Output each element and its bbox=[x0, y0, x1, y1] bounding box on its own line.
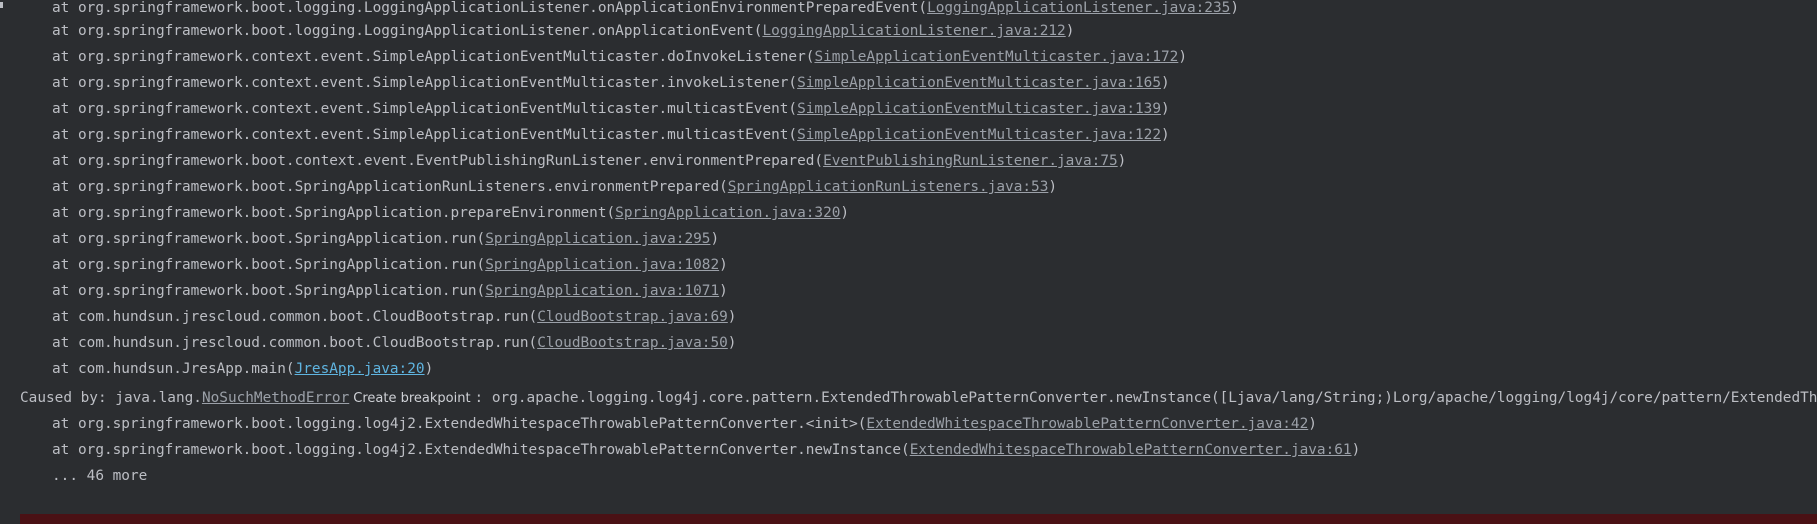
source-link[interactable]: LoggingApplicationListener.java:212 bbox=[762, 23, 1065, 39]
frame-suffix: ) bbox=[1065, 23, 1075, 39]
frame-text: at com.hundsun.JresApp.main( bbox=[52, 361, 295, 377]
frame-text: at org.springframework.boot.SpringApplic… bbox=[52, 231, 486, 247]
source-link[interactable]: SimpleApplicationEventMulticaster.java:1… bbox=[797, 101, 1161, 117]
frame-suffix: ) bbox=[727, 309, 737, 325]
source-link[interactable]: SimpleApplicationEventMulticaster.java:1… bbox=[814, 49, 1178, 65]
frame-suffix: ) bbox=[1351, 442, 1361, 458]
frame-text: at org.springframework.boot.logging.Logg… bbox=[52, 23, 763, 39]
exception-class-link[interactable]: NoSuchMethodError bbox=[202, 390, 349, 406]
stack-frame-line: at org.springframework.boot.context.even… bbox=[52, 148, 1126, 174]
stack-frame-line: at org.springframework.context.event.Sim… bbox=[52, 96, 1170, 122]
frame-text: at org.springframework.boot.SpringApplic… bbox=[52, 205, 616, 221]
stack-frame-line: at org.springframework.boot.SpringApplic… bbox=[52, 200, 849, 226]
stack-frame-line: at org.springframework.context.event.Sim… bbox=[52, 122, 1170, 148]
stack-frame-line: at com.hundsun.JresApp.main(JresApp.java… bbox=[52, 356, 433, 382]
stack-frame-line: at org.springframework.boot.SpringApplic… bbox=[52, 252, 728, 278]
frame-suffix: ) bbox=[710, 231, 720, 247]
source-link[interactable]: EventPublishingRunListener.java:75 bbox=[823, 153, 1118, 169]
run-console-output: at org.springframework.boot.logging.Logg… bbox=[0, 0, 1817, 524]
stack-frame-line: at org.springframework.context.event.Sim… bbox=[52, 44, 1187, 70]
frame-suffix: ) bbox=[1178, 49, 1187, 65]
app-source-link[interactable]: JresApp.java:20 bbox=[295, 361, 425, 377]
frame-text: at org.springframework.boot.SpringApplic… bbox=[52, 179, 728, 195]
frame-suffix: ) bbox=[840, 205, 850, 221]
frame-text: at com.hundsun.jrescloud.common.boot.Clo… bbox=[52, 335, 538, 351]
source-link[interactable]: SpringApplication.java:1082 bbox=[485, 257, 719, 273]
frame-suffix: ) bbox=[727, 335, 737, 351]
fold-marker bbox=[0, 2, 3, 8]
frame-text: at com.hundsun.jrescloud.common.boot.Clo… bbox=[52, 309, 538, 325]
frame-suffix: ) bbox=[1230, 0, 1239, 16]
frame-suffix: ) bbox=[1308, 416, 1317, 432]
source-link[interactable]: LoggingApplicationListener.java:235 bbox=[927, 0, 1230, 16]
source-link[interactable]: SpringApplication.java:295 bbox=[485, 231, 710, 247]
more-frames-line[interactable]: ... 46 more bbox=[52, 463, 147, 489]
stack-frame-line: at org.springframework.boot.logging.Logg… bbox=[52, 18, 1074, 44]
frame-suffix: ) bbox=[1161, 75, 1170, 91]
frame-suffix: ) bbox=[1048, 179, 1058, 195]
stack-frame-line: at org.springframework.boot.logging.log4… bbox=[52, 437, 1360, 463]
stack-frame-line: at org.springframework.boot.SpringApplic… bbox=[52, 278, 728, 304]
source-link[interactable]: SpringApplicationRunListeners.java:53 bbox=[728, 179, 1049, 195]
source-link[interactable]: ExtendedWhitespaceThrowablePatternConver… bbox=[866, 416, 1308, 432]
frame-text: at org.springframework.context.event.Sim… bbox=[52, 49, 815, 65]
source-link[interactable]: CloudBootstrap.java:50 bbox=[537, 335, 728, 351]
frame-text: at org.springframework.context.event.Sim… bbox=[52, 127, 798, 143]
frame-suffix: ) bbox=[719, 283, 728, 299]
frame-text: at org.springframework.boot.SpringApplic… bbox=[52, 257, 486, 273]
frame-text: at org.springframework.context.event.Sim… bbox=[52, 101, 798, 117]
source-link[interactable]: SpringApplication.java:1071 bbox=[485, 283, 719, 299]
frame-suffix: ) bbox=[719, 257, 728, 273]
frame-suffix: ) bbox=[1161, 127, 1170, 143]
frame-suffix: ) bbox=[1117, 153, 1127, 169]
stack-frame-line: at org.springframework.boot.logging.log4… bbox=[52, 411, 1317, 437]
caused-by-line: Caused by: java.lang.NoSuchMethodError Cr… bbox=[20, 385, 1817, 411]
create-breakpoint-button[interactable]: Create breakpoint bbox=[353, 391, 470, 406]
exception-message: : org.apache.logging.log4j.core.pattern.… bbox=[474, 390, 1817, 406]
frame-text: at org.springframework.boot.SpringApplic… bbox=[52, 283, 486, 299]
stack-frame-line: at com.hundsun.jrescloud.common.boot.Clo… bbox=[52, 330, 736, 356]
caused-by-prefix: Caused by: java.lang. bbox=[20, 390, 202, 406]
frame-suffix: ) bbox=[424, 361, 434, 377]
source-link[interactable]: SpringApplication.java:320 bbox=[615, 205, 840, 221]
source-link[interactable]: SimpleApplicationEventMulticaster.java:1… bbox=[797, 75, 1161, 91]
stack-frame-line: at org.springframework.context.event.Sim… bbox=[52, 70, 1170, 96]
frame-text: at org.springframework.boot.logging.Logg… bbox=[52, 0, 928, 16]
stack-frame-line: at org.springframework.boot.SpringApplic… bbox=[52, 174, 1057, 200]
error-highlight-bar bbox=[20, 514, 1817, 524]
stack-frame-line: at com.hundsun.jrescloud.common.boot.Clo… bbox=[52, 304, 736, 330]
source-link[interactable]: ExtendedWhitespaceThrowablePatternConver… bbox=[910, 442, 1352, 458]
source-link[interactable]: CloudBootstrap.java:69 bbox=[537, 309, 728, 325]
stack-frame-line: at org.springframework.boot.SpringApplic… bbox=[52, 226, 719, 252]
frame-text: at org.springframework.boot.logging.log4… bbox=[52, 416, 867, 432]
frame-suffix: ) bbox=[1161, 101, 1170, 117]
frame-text: at org.springframework.context.event.Sim… bbox=[52, 75, 798, 91]
frame-text: at org.springframework.boot.context.even… bbox=[52, 153, 824, 169]
frame-text: at org.springframework.boot.logging.log4… bbox=[52, 442, 910, 458]
source-link[interactable]: SimpleApplicationEventMulticaster.java:1… bbox=[797, 127, 1161, 143]
